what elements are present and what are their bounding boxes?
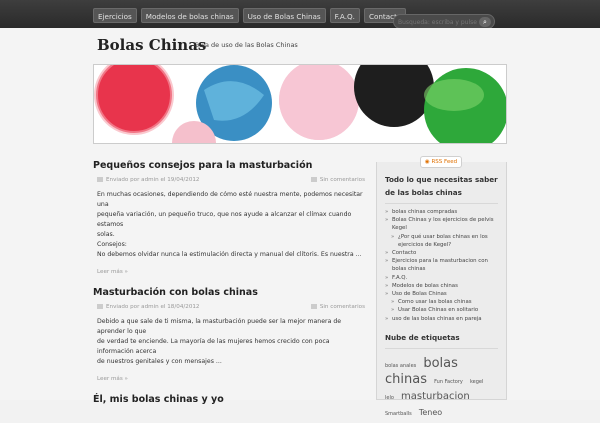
search-icon[interactable]: ⌕ bbox=[479, 17, 491, 27]
main-nav: Ejercicios Modelos de bolas chinas Uso d… bbox=[93, 8, 407, 23]
excerpt-line: pequeña variación, un pequeño truco, que… bbox=[97, 211, 352, 228]
nav-item-modelos[interactable]: Modelos de bolas chinas bbox=[140, 8, 239, 23]
nav-item-faq[interactable]: F.A.Q. bbox=[329, 8, 360, 23]
header-banner bbox=[93, 64, 507, 144]
excerpt-line: Consejos: bbox=[97, 241, 127, 248]
tags-heading: Nube de etiquetas bbox=[385, 332, 460, 342]
rss-icon: ◉ bbox=[424, 159, 430, 165]
post-date: Enviado por admin el 19/04/2012 bbox=[106, 177, 200, 183]
tag-link[interactable]: bolas anales bbox=[385, 363, 416, 369]
sidebar: Todo lo que necesitas saber de las bolas… bbox=[376, 162, 507, 417]
site-title[interactable]: Bolas Chinas bbox=[97, 36, 206, 54]
sidebar-divider bbox=[385, 347, 498, 349]
post-excerpt: Debido a que sale de ti misma, la mastur… bbox=[93, 317, 365, 367]
sidebar-link[interactable]: uso de las bolas chinas en pareja bbox=[385, 315, 498, 323]
tag-cloud: bolas anales bolas chinas Fun Factory ke… bbox=[377, 353, 506, 423]
nav-item-ejercicios[interactable]: Ejercicios bbox=[93, 8, 137, 23]
post-1: Pequeños consejos para la masturbación E… bbox=[93, 160, 365, 275]
sidebar-divider bbox=[385, 203, 498, 204]
post-date: Enviado por admin el 18/04/2012 bbox=[106, 304, 200, 310]
excerpt-line: En muchas ocasiones, dependiendo de cómo… bbox=[97, 191, 363, 208]
post-excerpt: En muchas ocasiones, dependiendo de cómo… bbox=[93, 190, 365, 260]
rss-label: RSS Feed bbox=[431, 159, 458, 165]
post-comments-link[interactable]: Sin comentarios bbox=[320, 177, 365, 183]
read-more-link[interactable]: Leer más » bbox=[93, 376, 365, 382]
sidebar-link[interactable]: Modelos de bolas chinas bbox=[385, 282, 498, 290]
sidebar-links: bolas chinas compradasBolas Chinas y los… bbox=[377, 208, 506, 323]
excerpt-line: de nuestros genitales y con mensajes ... bbox=[97, 358, 222, 365]
sidebar-link[interactable]: bolas chinas compradas bbox=[385, 208, 498, 216]
comment-icon bbox=[310, 177, 317, 182]
post-meta: Enviado por admin el 19/04/2012 Sin come… bbox=[93, 177, 365, 183]
sidebar-link[interactable]: ¿Por qué usar bolas chinas en los ejerci… bbox=[385, 233, 498, 249]
excerpt-line: Debido a que sale de ti misma, la mastur… bbox=[97, 318, 342, 335]
tag-link[interactable]: Smartballs bbox=[385, 411, 412, 417]
main-content: Pequeños consejos para la masturbación E… bbox=[93, 150, 365, 405]
nav-item-uso[interactable]: Uso de Bolas Chinas bbox=[242, 8, 326, 23]
post-2: Masturbación con bolas chinas Enviado po… bbox=[93, 287, 365, 382]
sidebar-link[interactable]: Usar Bolas Chinas en solitario bbox=[385, 306, 498, 314]
tag-link[interactable]: masturbacion bbox=[401, 391, 470, 402]
tag-link[interactable]: Fun Factory bbox=[434, 379, 463, 385]
sidebar-link[interactable]: Contacto bbox=[385, 249, 498, 257]
post-title[interactable]: Masturbación con bolas chinas bbox=[93, 287, 365, 298]
excerpt-line: No debemos olvidar nunca la estimulación… bbox=[97, 251, 362, 258]
tag-link[interactable]: kegel bbox=[470, 379, 483, 385]
tag-link[interactable]: Teneo bbox=[419, 408, 442, 417]
banner-image bbox=[94, 65, 506, 143]
site-tagline: Guía de uso de las Bolas Chinas bbox=[194, 41, 298, 49]
post-comments-link[interactable]: Sin comentarios bbox=[320, 304, 365, 310]
read-more-link[interactable]: Leer más » bbox=[93, 269, 365, 275]
post-title[interactable]: Pequeños consejos para la masturbación bbox=[93, 160, 365, 171]
sidebar-link[interactable]: Bolas Chinas y los ejercicios de pelvis … bbox=[385, 216, 498, 232]
sidebar-link[interactable]: F.A.Q. bbox=[385, 274, 498, 282]
rss-feed-button[interactable]: ◉ RSS Feed bbox=[420, 156, 462, 168]
calendar-icon bbox=[97, 304, 103, 309]
calendar-icon bbox=[97, 177, 103, 182]
search-input[interactable] bbox=[398, 17, 478, 27]
search-box: ⌕ bbox=[393, 14, 495, 29]
post-meta: Enviado por admin el 18/04/2012 Sin come… bbox=[93, 304, 365, 310]
sidebar-link[interactable]: Uso de Bolas Chinas bbox=[385, 290, 498, 298]
sidebar-link[interactable]: Como usar las bolas chinas bbox=[385, 298, 498, 306]
excerpt-line: de verdad te enciende. La mayoría de las… bbox=[97, 338, 330, 355]
sidebar-link[interactable]: Ejercicios para la masturbacion con bola… bbox=[385, 257, 498, 273]
comment-icon bbox=[310, 304, 317, 309]
excerpt-line: solas. bbox=[97, 231, 115, 238]
